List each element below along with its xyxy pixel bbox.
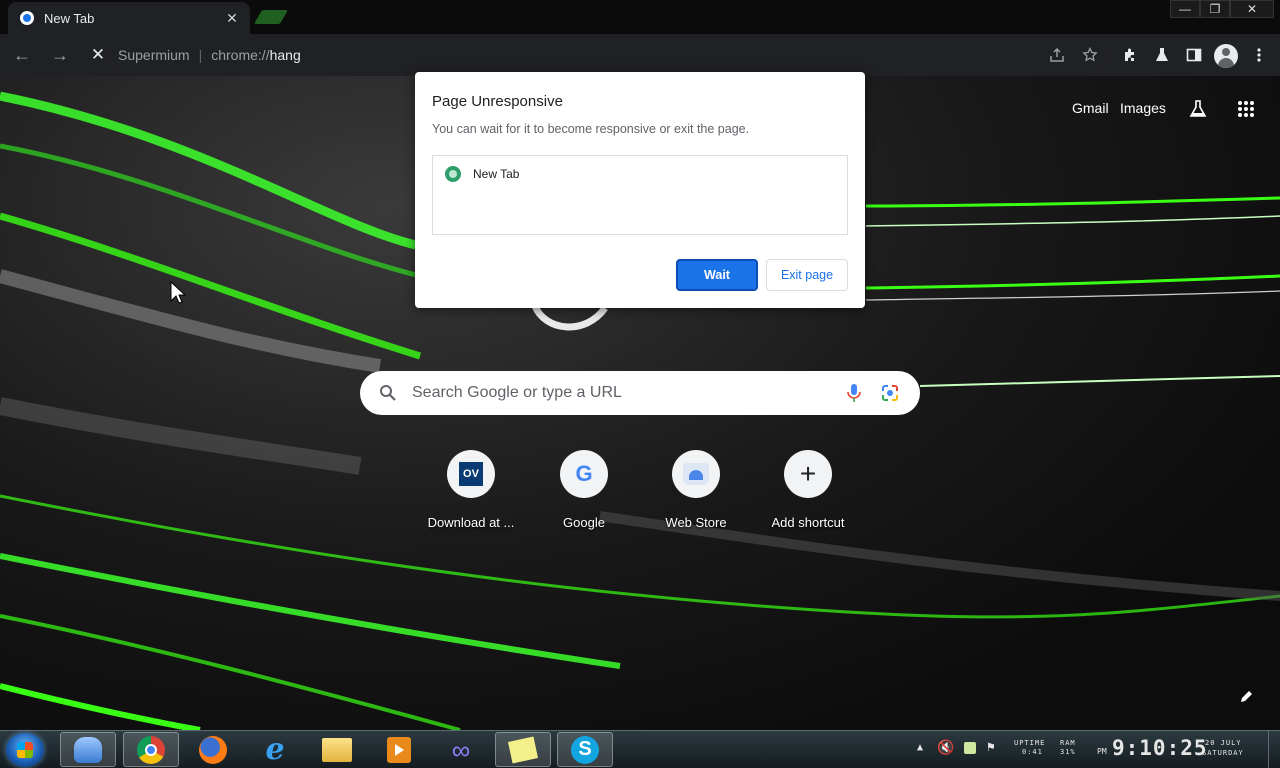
back-button[interactable]: ← [6, 39, 38, 71]
lens-camera-icon[interactable] [880, 383, 900, 403]
volume-muted-icon[interactable]: 🔇 [937, 740, 954, 756]
ram-label: RAM [1060, 739, 1076, 747]
list-item: New Tab [445, 166, 519, 182]
media-player-icon [387, 736, 411, 763]
taskbar-chrome[interactable] [123, 732, 179, 767]
taskbar-explorer[interactable] [309, 732, 365, 767]
close-window-button[interactable]: ✕ [1230, 0, 1274, 18]
bookmark-star-icon[interactable] [1082, 47, 1098, 63]
clock-date: 20 JULY [1205, 739, 1242, 747]
tab-favicon-icon [20, 11, 34, 25]
profile-avatar-icon[interactable] [1214, 44, 1238, 68]
forward-button[interactable]: → [44, 39, 76, 71]
labs-flask-icon[interactable] [1152, 45, 1172, 65]
omnibox-host: Supermium [118, 47, 190, 63]
page-favicon-icon [445, 166, 461, 182]
menu-kebab-icon[interactable] [1249, 45, 1269, 65]
taskbar-firefox[interactable] [185, 732, 241, 767]
labs-icon[interactable] [1187, 98, 1209, 120]
chrome-icon [137, 735, 165, 764]
omnibox-path: hang [269, 47, 301, 63]
uptime-label: UPTIME [1014, 739, 1046, 747]
extensions-icon[interactable] [1120, 45, 1140, 65]
page-title: New Tab [473, 167, 520, 181]
shortcut-tile: OV [447, 450, 495, 498]
share-icon[interactable] [1049, 47, 1065, 63]
omnibox-scheme: chrome:// [211, 47, 270, 63]
clock-day: SATURDAY [1202, 749, 1244, 757]
customize-pencil-icon[interactable] [1237, 686, 1257, 706]
taskbar-infinity-app[interactable]: ∞ [433, 732, 489, 767]
ram-value: 31% [1060, 748, 1076, 756]
show-hidden-icons[interactable]: ▲ [917, 742, 923, 753]
images-link[interactable]: Images [1120, 100, 1166, 116]
shortcut-web-store[interactable]: Web Store [640, 448, 752, 538]
action-center-flag-icon[interactable]: ⚑ [987, 740, 995, 755]
side-panel-icon[interactable] [1184, 45, 1204, 65]
sticky-notes-icon [507, 736, 539, 763]
clock-ampm: PM [1097, 747, 1107, 756]
skype-icon: S [571, 735, 599, 764]
exit-page-button[interactable]: Exit page [766, 259, 848, 291]
google-logo-icon: G [575, 461, 593, 486]
new-tab-button[interactable] [253, 10, 289, 24]
web-store-icon [683, 463, 709, 485]
internet-explorer-icon: e [265, 731, 285, 767]
tab-new-tab[interactable]: New Tab ✕ [8, 2, 250, 34]
dialog-title: Page Unresponsive [432, 93, 563, 110]
gmail-link[interactable]: Gmail [1072, 100, 1109, 116]
unresponsive-pages-list: New Tab [432, 155, 848, 235]
mouse-cursor-icon [170, 281, 186, 304]
address-bar[interactable]: Supermium | chrome:// hang [108, 39, 1108, 71]
omnibox-separator: | [198, 47, 203, 63]
shortcut-tile: + [784, 450, 832, 498]
taskbar-sticky-notes[interactable] [495, 732, 551, 767]
infinity-icon: ∞ [451, 734, 471, 765]
taskbar: e ∞ S ▲ 🔇 ⚑ UPTIME 0:41 RAM 31% PM 9:10:… [0, 730, 1280, 768]
search-box[interactable]: Search Google or type a URL [360, 371, 920, 415]
ov-site-icon: OV [459, 462, 483, 486]
search-input[interactable]: Search Google or type a URL [412, 384, 622, 402]
tab-strip: New Tab ✕ — ❐ ✕ [0, 0, 1280, 34]
search-icon [378, 383, 398, 403]
firefox-icon [199, 735, 227, 764]
apps-grid-icon[interactable] [1235, 98, 1257, 120]
tab-close-icon[interactable]: ✕ [224, 10, 240, 27]
taskbar-users-app[interactable] [60, 732, 116, 767]
window-controls: — ❐ ✕ [1170, 0, 1274, 18]
network-icon[interactable] [964, 742, 976, 754]
shortcut-label: Web Store [665, 515, 727, 530]
shortcut-tile: G [560, 450, 608, 498]
folder-icon [322, 737, 352, 762]
shortcut-label: Add shortcut [771, 515, 845, 530]
wait-button[interactable]: Wait [676, 259, 758, 291]
shortcut-tile [672, 450, 720, 498]
minimize-button[interactable]: — [1170, 0, 1200, 18]
taskbar-internet-explorer[interactable]: e [247, 732, 303, 767]
page-unresponsive-dialog: Page Unresponsive You can wait for it to… [415, 72, 865, 308]
uptime-value: 0:41 [1022, 748, 1043, 756]
users-app-icon [74, 736, 102, 763]
clock-time[interactable]: 9:10:25 [1112, 736, 1208, 760]
shortcut-google[interactable]: G Google [528, 448, 640, 538]
shortcut-label: Google [563, 515, 605, 530]
voice-search-mic-icon[interactable] [845, 383, 863, 403]
shortcut-download[interactable]: OV Download at ... [415, 448, 527, 538]
start-button[interactable] [6, 733, 44, 767]
dialog-message: You can wait for it to become responsive… [432, 122, 750, 136]
restore-button[interactable]: ❐ [1200, 0, 1230, 18]
taskbar-skype[interactable]: S [557, 732, 613, 767]
shortcut-label: Download at ... [427, 515, 515, 530]
show-desktop-button[interactable] [1268, 731, 1280, 768]
plus-icon: + [799, 458, 817, 489]
tab-title: New Tab [44, 10, 95, 26]
add-shortcut-button[interactable]: + Add shortcut [752, 448, 864, 538]
taskbar-media-player[interactable] [371, 732, 427, 767]
